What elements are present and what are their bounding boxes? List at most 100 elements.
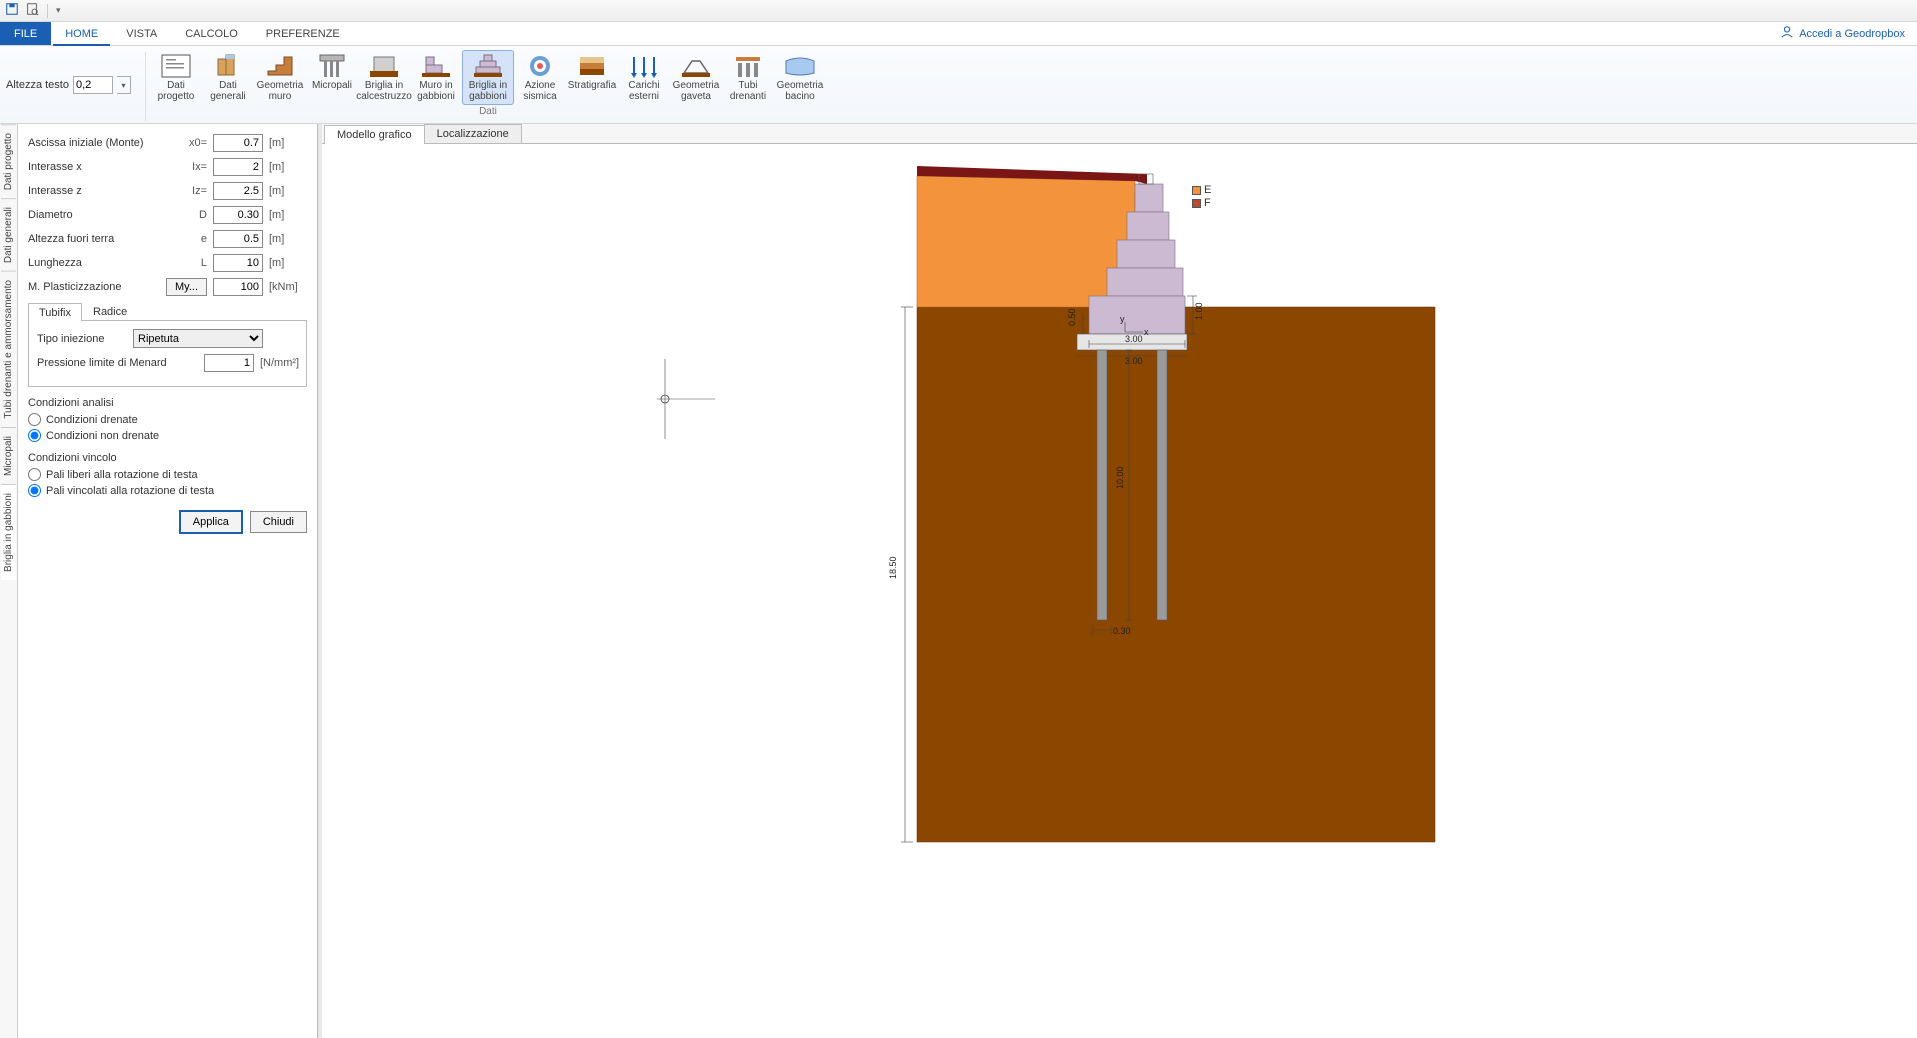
print-preview-icon[interactable]	[25, 2, 39, 19]
altezza-testo-dropdown-icon[interactable]: ▾	[117, 76, 131, 94]
field-symbol: x0=	[179, 137, 207, 149]
stratigrafia-icon	[576, 53, 608, 79]
legend: E F	[1192, 184, 1211, 210]
subtab-radice[interactable]: Radice	[82, 302, 138, 320]
ribbon-btn-tubi-drenanti[interactable]: Tubi drenanti	[722, 50, 774, 105]
legend-label-e: E	[1204, 184, 1211, 196]
sidetab-dati-generali[interactable]: Dati generali	[1, 198, 16, 271]
account-link[interactable]: Accedi a Geodropbox	[1768, 22, 1917, 45]
pressione-label: Pressione limite di Menard	[37, 357, 198, 369]
tipo-iniezione-select[interactable]: Ripetuta	[133, 329, 263, 348]
ribbon-tabs: FILE HOME VISTA CALCOLO PREFERENZE Acced…	[0, 22, 1917, 46]
quick-access-toolbar: ▾	[0, 0, 1917, 22]
applica-button[interactable]: Applica	[180, 511, 242, 533]
sidetab-tubi-drenanti-e-ammorsamento[interactable]: Tubi drenanti e ammorsamento	[1, 271, 16, 427]
user-icon	[1780, 25, 1794, 42]
field-symbol: D	[179, 209, 207, 221]
svg-text:3.00: 3.00	[1125, 334, 1143, 344]
field-unit: [m]	[269, 185, 307, 197]
tab-home[interactable]: HOME	[51, 22, 112, 45]
sidetab-micropali[interactable]: Micropali	[1, 427, 16, 484]
pressione-unit: [N/mm²]	[260, 357, 298, 369]
field-input[interactable]	[213, 134, 263, 152]
radio-pali-liberi[interactable]	[28, 468, 41, 481]
tab-file[interactable]: FILE	[0, 22, 51, 45]
field-unit: [m]	[269, 233, 307, 245]
svg-text:3.00: 3.00	[1125, 356, 1143, 366]
field-label: Altezza fuori terra	[28, 233, 173, 245]
altezza-testo-input[interactable]	[73, 76, 113, 94]
svg-text:0.30: 0.30	[1113, 626, 1131, 636]
qat-customize-icon[interactable]: ▾	[56, 5, 61, 16]
field-input[interactable]	[213, 254, 263, 272]
ribbon-btn-label: Dati progetto	[158, 80, 195, 102]
field-unit: [m]	[269, 161, 307, 173]
ribbon-btn-label: Briglia in gabbioni	[469, 80, 507, 102]
chiudi-button[interactable]: Chiudi	[250, 511, 307, 533]
ribbon-btn-stratigrafia[interactable]: Stratigrafia	[566, 50, 618, 94]
pressione-input[interactable]	[204, 354, 254, 372]
subtab-tubifix[interactable]: Tubifix	[28, 303, 82, 321]
save-icon[interactable]	[5, 2, 19, 19]
field-input[interactable]	[213, 182, 263, 200]
ribbon-btn-label: Azione sismica	[523, 80, 556, 102]
ribbon-btn-briglia-calcestruzzo[interactable]: Briglia in calcestruzzo	[358, 50, 410, 105]
ribbon-btn-label: Stratigrafia	[568, 80, 616, 91]
radio-pali-vincolati[interactable]	[28, 484, 41, 497]
tubi-drenanti-icon	[732, 53, 764, 79]
field-row: Ascissa iniziale (Monte)x0=[m]	[28, 134, 307, 152]
cond-non-drenate-label: Condizioni non drenate	[46, 430, 159, 442]
dati-generali-icon	[212, 53, 244, 79]
ribbon-btn-geometria-muro[interactable]: Geometria muro	[254, 50, 306, 105]
drawing-canvas[interactable]: 18.50	[322, 144, 1917, 1038]
radio-cond-drenate[interactable]	[28, 413, 41, 426]
cond-vincolo-title: Condizioni vincolo	[28, 452, 307, 464]
radio-cond-non-drenate[interactable]	[28, 429, 41, 442]
tab-preferenze[interactable]: PREFERENZE	[252, 22, 354, 45]
field-label: Diametro	[28, 209, 173, 221]
ribbon-btn-label: Geometria muro	[257, 80, 304, 102]
ribbon-group-dati: Dati progetto Dati generaliGeometria muro…	[150, 50, 826, 119]
field-input[interactable]	[213, 158, 263, 176]
field-symbol: e	[179, 233, 207, 245]
tipo-iniezione-label: Tipo iniezione	[37, 333, 127, 345]
m-plast-button[interactable]: My...	[166, 278, 207, 296]
geometria-muro-icon	[264, 53, 296, 79]
side-tabs: Dati progettoDati generaliTubi drenanti …	[0, 124, 18, 1038]
sidetab-dati-progetto[interactable]: Dati progetto	[1, 124, 16, 198]
m-plast-input[interactable]	[213, 278, 263, 296]
ribbon-btn-muro-gabbioni[interactable]: Muro in gabbioni	[410, 50, 462, 105]
ribbon-btn-azione-sismica[interactable]: Azione sismica	[514, 50, 566, 105]
canvas-tab-modello[interactable]: Modello grafico	[324, 125, 425, 144]
altezza-testo-label: Altezza testo	[6, 79, 69, 91]
svg-text:1.00: 1.00	[1194, 302, 1204, 320]
ribbon-btn-dati-progetto[interactable]: Dati progetto	[150, 50, 202, 105]
ribbon-btn-geometria-gaveta[interactable]: Geometria gaveta	[670, 50, 722, 105]
canvas-tabs: Modello grafico Localizzazione	[322, 124, 1917, 144]
svg-text:10.00: 10.00	[1115, 466, 1125, 489]
svg-text:18.50: 18.50	[888, 556, 898, 579]
ribbon-btn-carichi-esterni[interactable]: Carichi esterni	[618, 50, 670, 105]
tab-calcolo[interactable]: CALCOLO	[171, 22, 252, 45]
legend-swatch-f	[1192, 199, 1201, 208]
canvas-area: Modello grafico Localizzazione 18.50	[322, 124, 1917, 1038]
field-input[interactable]	[213, 206, 263, 224]
field-input[interactable]	[213, 230, 263, 248]
ribbon-btn-dati-generali[interactable]: Dati generali	[202, 50, 254, 105]
sidetab-briglia-in-gabbioni[interactable]: Briglia in gabbioni	[1, 484, 16, 580]
ribbon: Altezza testo ▾ Dati progetto Dati genera…	[0, 46, 1917, 124]
geometria-bacino-icon	[784, 53, 816, 79]
ribbon-btn-label: Micropali	[312, 80, 352, 91]
ribbon-btn-micropali[interactable]: Micropali	[306, 50, 358, 94]
tab-vista[interactable]: VISTA	[112, 22, 171, 45]
dati-progetto-icon	[160, 53, 192, 79]
ribbon-btn-briglia-gabbioni[interactable]: Briglia in gabbioni	[462, 50, 514, 105]
field-unit: [m]	[269, 209, 307, 221]
field-symbol: Iz=	[179, 185, 207, 197]
field-unit: [m]	[269, 137, 307, 149]
canvas-tab-localizzazione[interactable]: Localizzazione	[424, 124, 522, 143]
ribbon-btn-geometria-bacino[interactable]: Geometria bacino	[774, 50, 826, 105]
ribbon-btn-label: Briglia in calcestruzzo	[356, 80, 412, 102]
sub-tabs: Tubifix Radice	[28, 302, 307, 321]
ribbon-btn-label: Geometria gaveta	[673, 80, 720, 102]
